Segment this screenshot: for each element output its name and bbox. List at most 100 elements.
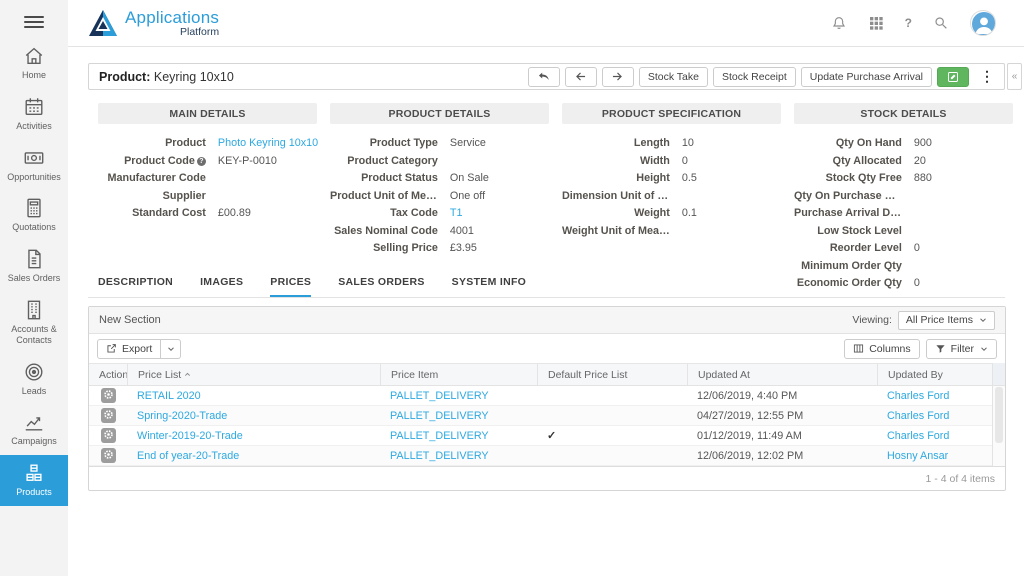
field-row: Selling Price £3.95 xyxy=(330,240,549,258)
row-actions-button[interactable] xyxy=(100,388,116,403)
stock-receipt-button[interactable]: Stock Receipt xyxy=(712,66,796,87)
field-value: 4001 xyxy=(449,224,474,237)
field-value: 10 xyxy=(681,137,694,149)
field-value[interactable]: Photo Keyring 10x10 xyxy=(212,135,318,153)
updated-by-link[interactable]: Charles Ford xyxy=(887,410,949,422)
panel-title-row: New Section Viewing: All Price Items xyxy=(89,307,1005,334)
price-list-link[interactable]: Winter-2019-20-Trade xyxy=(137,430,243,442)
sidebar-item-home[interactable]: Home xyxy=(0,38,68,89)
updated-at-cell: 12/06/2019, 4:40 PM xyxy=(697,389,798,402)
sidebar-item-opportunities[interactable]: Opportunities xyxy=(0,140,68,191)
tab-system-info[interactable]: SYSTEM INFO xyxy=(452,276,526,298)
column-header-updated-by[interactable]: Updated By xyxy=(877,364,992,385)
field-label: Qty On Hand xyxy=(835,137,902,149)
column-header-updated-at[interactable]: Updated At xyxy=(687,364,877,385)
column-header-default-price-list[interactable]: Default Price List xyxy=(537,364,687,385)
updated-by-link[interactable]: Charles Ford xyxy=(887,390,949,402)
price-item-link[interactable]: PALLET_DELIVERY xyxy=(390,410,489,422)
column-header-price-item[interactable]: Price Item xyxy=(380,364,537,385)
field-label: Reorder Level xyxy=(829,242,902,254)
search-icon[interactable] xyxy=(933,15,949,31)
building-icon xyxy=(23,299,45,321)
field-row: Product Category xyxy=(330,153,549,171)
price-table: ActionsPrice ListPrice ItemDefault Price… xyxy=(89,363,1005,466)
row-actions-button[interactable] xyxy=(100,408,116,423)
price-item-link[interactable]: PALLET_DELIVERY xyxy=(390,390,489,402)
price-item-link[interactable]: PALLET_DELIVERY xyxy=(390,430,489,442)
sidebar-item-label: Campaigns xyxy=(11,436,57,447)
updated-by-link[interactable]: Hosny Ansar xyxy=(887,450,948,462)
field-label: Weight xyxy=(634,207,670,219)
price-list-link[interactable]: End of year-20-Trade xyxy=(137,450,239,462)
field-label: Product Category xyxy=(347,154,438,167)
viewing-dropdown[interactable]: All Price Items xyxy=(897,310,995,330)
section-product-details: PRODUCT DETAILS Product Type Service Pro… xyxy=(330,103,549,293)
more-options-icon[interactable]: ⋮ xyxy=(974,68,1000,85)
info-icon[interactable]: ? xyxy=(196,156,206,166)
stock-take-button[interactable]: Stock Take xyxy=(638,66,708,87)
field-label: Supplier xyxy=(162,189,206,202)
sidebar-item-label: Accounts & Contacts xyxy=(11,323,57,345)
collapse-panel-button[interactable]: « xyxy=(1007,63,1022,90)
sidebar-item-campaigns[interactable]: Campaigns xyxy=(0,404,68,455)
columns-button[interactable]: Columns xyxy=(844,338,920,359)
field-row: Weight Unit of Measure xyxy=(562,223,781,241)
table-scrollbar[interactable] xyxy=(992,363,1005,466)
bell-icon[interactable] xyxy=(831,15,847,31)
field-row: Standard Cost £00.89 xyxy=(98,205,317,223)
avatar[interactable] xyxy=(970,10,996,36)
sidebar: Home Activities Opportunities Quotations… xyxy=(0,0,68,576)
sidebar-item-activities[interactable]: Activities xyxy=(0,89,68,140)
filter-icon xyxy=(935,343,946,354)
column-header-actions[interactable]: Actions xyxy=(89,364,127,385)
sidebar-item-quotations[interactable]: Quotations xyxy=(0,190,68,241)
hamburger-menu-icon[interactable] xyxy=(24,16,44,28)
export-button[interactable]: Export xyxy=(97,338,162,359)
update-purchase-arrival-button[interactable]: Update Purchase Arrival xyxy=(800,66,932,87)
field-label: Product Code? xyxy=(98,153,212,171)
tab-images[interactable]: IMAGES xyxy=(200,276,243,298)
sidebar-item-accounts-contacts[interactable]: Accounts & Contacts xyxy=(0,292,68,354)
table-row: Winter-2019-20-Trade PALLET_DELIVERY ✓ 0… xyxy=(89,426,992,446)
row-actions-button[interactable] xyxy=(100,428,116,443)
undo-button[interactable] xyxy=(527,66,560,87)
section-header: STOCK DETAILS xyxy=(794,103,1013,124)
field-label: Sales Nominal Code xyxy=(334,224,438,237)
chevron-down-icon xyxy=(167,345,175,353)
row-actions-button[interactable] xyxy=(100,448,116,463)
filter-button[interactable]: Filter xyxy=(925,338,997,359)
check-icon: ✓ xyxy=(547,430,557,442)
viewing-label: Viewing: xyxy=(852,314,892,326)
tab-sales-orders[interactable]: SALES ORDERS xyxy=(338,276,424,298)
cubes-icon xyxy=(23,462,45,484)
sidebar-item-sales-orders[interactable]: Sales Orders xyxy=(0,241,68,292)
brand-logo[interactable]: Applications Platform xyxy=(88,9,219,38)
previous-record-button[interactable] xyxy=(564,66,597,87)
main-content: Product: Keyring 10x10 Stock Take Stock … xyxy=(68,48,1024,576)
price-list-link[interactable]: Spring-2020-Trade xyxy=(137,410,227,422)
help-icon[interactable]: ? xyxy=(905,16,912,30)
field-value: 900 xyxy=(913,137,932,149)
document-icon xyxy=(23,248,45,270)
apps-grid-icon[interactable] xyxy=(868,15,884,31)
tab-prices[interactable]: PRICES xyxy=(270,276,312,298)
edit-button[interactable] xyxy=(937,66,969,87)
field-value xyxy=(212,170,317,188)
field-row: Product Status On Sale xyxy=(330,170,549,188)
export-dropdown-button[interactable] xyxy=(161,338,182,359)
price-list-link[interactable]: RETAIL 2020 xyxy=(137,390,201,402)
sidebar-item-leads[interactable]: Leads xyxy=(0,354,68,405)
sidebar-item-products[interactable]: Products xyxy=(0,455,68,506)
tab-description[interactable]: DESCRIPTION xyxy=(98,276,173,298)
chart-icon xyxy=(23,411,45,433)
column-header-price-list[interactable]: Price List xyxy=(127,364,380,385)
next-record-button[interactable] xyxy=(601,66,634,87)
price-item-link[interactable]: PALLET_DELIVERY xyxy=(390,450,489,462)
updated-by-link[interactable]: Charles Ford xyxy=(887,430,949,442)
field-label: Width xyxy=(639,154,670,167)
edit-icon xyxy=(948,71,958,82)
field-label: Product Status xyxy=(361,172,438,184)
field-value[interactable]: T1 xyxy=(444,205,549,223)
scrollbar-thumb[interactable] xyxy=(995,387,1003,443)
field-row: Sales Nominal Code 4001 xyxy=(330,223,549,241)
